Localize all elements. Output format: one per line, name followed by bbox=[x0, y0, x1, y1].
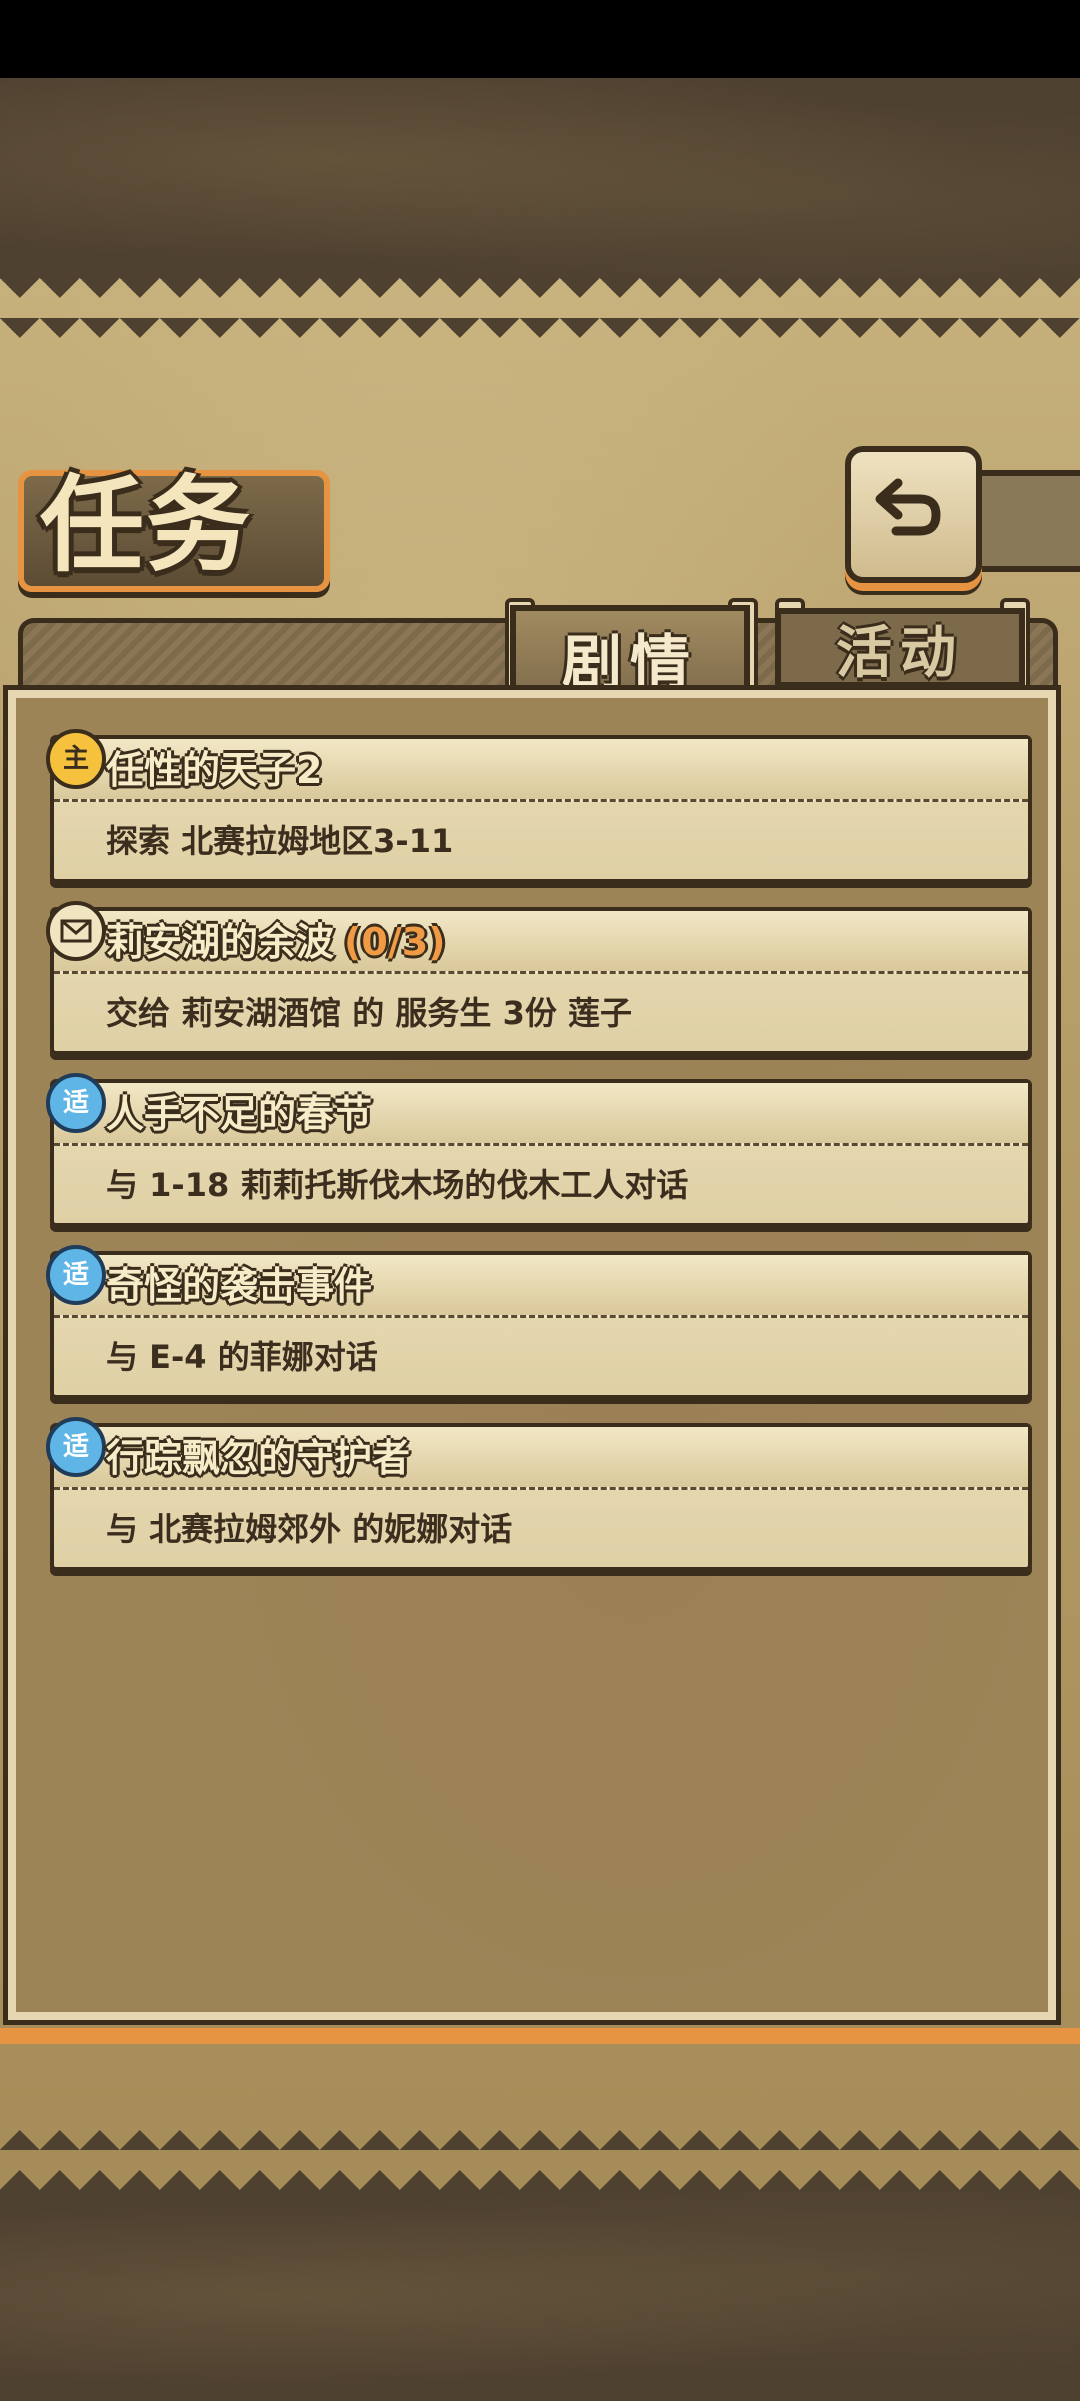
map-background-bottom bbox=[0, 2190, 1080, 2401]
quest-item-5[interactable]: 适 行踪飘忽的守护者 与 北赛拉姆郊外 的妮娜对话 bbox=[46, 1417, 1032, 1571]
zigzag-edge-bottom bbox=[0, 2130, 1080, 2190]
quest-title: 奇怪的袭击事件 bbox=[106, 1264, 373, 1308]
envelope-icon bbox=[60, 919, 92, 943]
quest-objective: 与 北赛拉姆郊外 的妮娜对话 bbox=[106, 1510, 513, 1548]
main-quest-icon: 主 bbox=[46, 729, 106, 789]
quest-item-2[interactable]: 莉安湖的余波 (0/3) 交给 莉安湖酒馆 的 服务生 3份 莲子 bbox=[46, 901, 1032, 1055]
quest-title: 莉安湖的余波 bbox=[106, 920, 335, 964]
return-arrow-icon bbox=[875, 478, 941, 536]
quest-objective: 探索 北赛拉姆地区3-11 bbox=[106, 822, 454, 860]
map-background-top bbox=[0, 78, 1080, 278]
status-bar bbox=[0, 0, 1080, 78]
quest-objective: 交给 莉安湖酒馆 的 服务生 3份 莲子 bbox=[106, 994, 632, 1032]
quest-item-1[interactable]: 主 任性的天子2 探索 北赛拉姆地区3-11 bbox=[46, 729, 1032, 883]
zigzag-edge-top bbox=[0, 278, 1080, 338]
side-quest-icon: 适 bbox=[46, 1073, 106, 1133]
side-quest-icon: 适 bbox=[46, 1245, 106, 1305]
tab-event[interactable]: 活动 bbox=[775, 608, 1025, 688]
panel-bottom-trim bbox=[0, 2028, 1080, 2044]
quest-item-3[interactable]: 适 人手不足的春节 与 1-18 莉莉托斯伐木场的伐木工人对话 bbox=[46, 1073, 1032, 1227]
page-title: 任务 bbox=[40, 463, 253, 586]
mail-quest-icon bbox=[46, 901, 106, 961]
quest-objective: 与 1-18 莉莉托斯伐木场的伐木工人对话 bbox=[106, 1166, 689, 1204]
quest-title: 行踪飘忽的守护者 bbox=[106, 1436, 411, 1480]
back-button[interactable] bbox=[845, 446, 982, 583]
quest-title: 任性的天子2 bbox=[106, 748, 323, 792]
quest-progress: (0/3) bbox=[344, 920, 446, 964]
quest-item-4[interactable]: 适 奇怪的袭击事件 与 E-4 的菲娜对话 bbox=[46, 1245, 1032, 1399]
side-quest-icon: 适 bbox=[46, 1417, 106, 1477]
quest-title: 人手不足的春节 bbox=[106, 1092, 373, 1136]
quest-objective: 与 E-4 的菲娜对话 bbox=[106, 1338, 378, 1376]
